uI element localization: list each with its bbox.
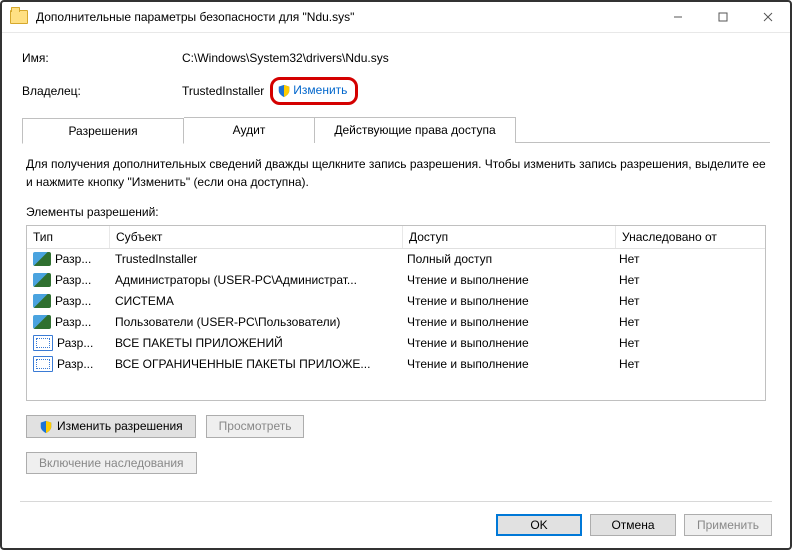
tabs: Разрешения Аудит Действующие права досту… (22, 117, 770, 143)
cell-inherited: Нет (613, 252, 765, 266)
cell-subject: ВСЕ ОГРАНИЧЕННЫЕ ПАКЕТЫ ПРИЛОЖЕ... (109, 357, 401, 371)
window-controls (655, 2, 790, 32)
maximize-button[interactable] (700, 2, 745, 32)
principal-icon (33, 356, 53, 372)
cell-subject: ВСЕ ПАКЕТЫ ПРИЛОЖЕНИЙ (109, 336, 401, 350)
cell-subject: TrustedInstaller (109, 252, 401, 266)
view-button: Просмотреть (206, 415, 305, 438)
name-label: Имя: (22, 51, 182, 65)
principal-icon (33, 294, 51, 308)
tab-permissions[interactable]: Разрешения (22, 118, 184, 144)
cell-access: Чтение и выполнение (401, 336, 613, 350)
enable-inheritance-button: Включение наследования (26, 452, 197, 474)
grid-header: Тип Субъект Доступ Унаследовано от (27, 226, 765, 249)
cell-access: Чтение и выполнение (401, 357, 613, 371)
col-subject[interactable]: Субъект (110, 226, 403, 248)
principal-icon (33, 335, 53, 351)
table-row[interactable]: Разр... Пользователи (USER-PC\Пользовател… (27, 312, 765, 333)
close-button[interactable] (745, 2, 790, 32)
tab-audit[interactable]: Аудит (184, 117, 315, 143)
change-permissions-button[interactable]: Изменить разрешения (26, 415, 196, 438)
apply-button: Применить (684, 514, 772, 536)
window-title: Дополнительные параметры безопасности дл… (36, 10, 655, 24)
owner-value: TrustedInstaller (182, 84, 264, 98)
col-inherited[interactable]: Унаследовано от (616, 226, 765, 248)
cell-inherited: Нет (613, 357, 765, 371)
principal-icon (33, 315, 51, 329)
shield-icon (277, 83, 291, 98)
cell-access: Чтение и выполнение (401, 273, 613, 287)
ok-button[interactable]: OK (496, 514, 582, 536)
cell-type: Разр... (55, 252, 91, 266)
cell-subject: Пользователи (USER-PC\Пользователи) (109, 315, 401, 329)
name-row: Имя: C:\Windows\System32\drivers\Ndu.sys (22, 51, 770, 65)
principal-icon (33, 273, 51, 287)
table-row[interactable]: Разр... ВСЕ ОГРАНИЧЕННЫЕ ПАКЕТЫ ПРИЛОЖЕ..… (27, 354, 765, 375)
dialog-body: Имя: C:\Windows\System32\drivers\Ndu.sys… (2, 33, 790, 474)
hint-text: Для получения дополнительных сведений дв… (26, 155, 766, 191)
permissions-grid[interactable]: Тип Субъект Доступ Унаследовано от Разр.… (26, 225, 766, 401)
grid-buttons: Изменить разрешения Просмотреть (26, 415, 766, 438)
titlebar: Дополнительные параметры безопасности дл… (2, 2, 790, 33)
owner-label: Владелец: (22, 84, 182, 98)
dialog-footer: OK Отмена Применить (20, 501, 772, 536)
tab-effective-access[interactable]: Действующие права доступа (315, 117, 516, 143)
col-access[interactable]: Доступ (403, 226, 616, 248)
change-owner-link[interactable]: Изменить (293, 83, 347, 97)
principal-icon (33, 252, 51, 266)
tab-content: Для получения дополнительных сведений дв… (22, 143, 770, 474)
cell-access: Чтение и выполнение (401, 315, 613, 329)
cell-type: Разр... (55, 273, 91, 287)
cell-inherited: Нет (613, 315, 765, 329)
enable-inheritance-label: Включение наследования (39, 456, 184, 470)
cancel-button[interactable]: Отмена (590, 514, 676, 536)
name-value: C:\Windows\System32\drivers\Ndu.sys (182, 51, 389, 65)
shield-icon (39, 419, 53, 434)
cell-inherited: Нет (613, 273, 765, 287)
inherit-buttons: Включение наследования (26, 452, 766, 474)
minimize-button[interactable] (655, 2, 700, 32)
cell-type: Разр... (55, 294, 91, 308)
table-row[interactable]: Разр... ВСЕ ПАКЕТЫ ПРИЛОЖЕНИЙЧтение и вып… (27, 333, 765, 354)
cell-access: Чтение и выполнение (401, 294, 613, 308)
col-type[interactable]: Тип (27, 226, 110, 248)
cell-inherited: Нет (613, 294, 765, 308)
folder-icon (10, 10, 28, 24)
advanced-security-window: Дополнительные параметры безопасности дл… (0, 0, 792, 550)
cell-subject: СИСТЕМА (109, 294, 401, 308)
view-label: Просмотреть (219, 419, 292, 433)
elements-label: Элементы разрешений: (26, 205, 766, 219)
table-row[interactable]: Разр... Администраторы (USER-PC\Администр… (27, 270, 765, 291)
table-row[interactable]: Разр... СИСТЕМАЧтение и выполнениеНет (27, 291, 765, 312)
cell-type: Разр... (57, 336, 93, 350)
change-owner-callout: Изменить (270, 77, 358, 105)
cell-type: Разр... (57, 357, 93, 371)
cell-subject: Администраторы (USER-PC\Администрат... (109, 273, 401, 287)
cell-inherited: Нет (613, 336, 765, 350)
cell-access: Полный доступ (401, 252, 613, 266)
grid-rows: Разр...TrustedInstallerПолный доступНетР… (27, 249, 765, 375)
owner-row: Владелец: TrustedInstaller Изменить (22, 77, 770, 105)
table-row[interactable]: Разр... TrustedInstallerПолный доступНет (27, 249, 765, 270)
cell-type: Разр... (55, 315, 91, 329)
change-permissions-label: Изменить разрешения (57, 419, 183, 433)
